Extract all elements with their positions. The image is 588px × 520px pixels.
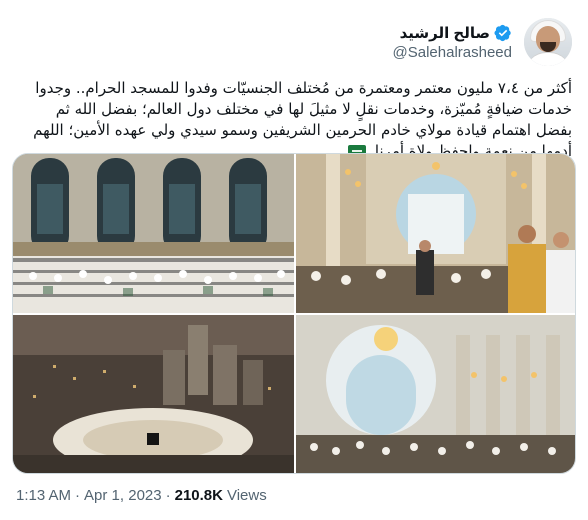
tweet-text: أكثر من ٧،٤ مليون معتمر ومعتمرة من مُختل… — [16, 78, 572, 162]
media-image-1[interactable] — [13, 154, 294, 313]
views-count: 210.8K — [174, 487, 223, 504]
display-name-row[interactable]: صالح الرشيد — [400, 24, 512, 42]
makkah-aerial-image — [13, 315, 294, 473]
author-names: صالح الرشيد @Salehalrasheed — [393, 24, 512, 61]
meta-separator: · — [75, 487, 81, 504]
tweet-date[interactable]: Apr 1, 2023 — [84, 487, 162, 504]
tweet-card: صالح الرشيد @Salehalrasheed أكثر من ٧،٤ … — [0, 0, 588, 520]
media-image-2[interactable] — [296, 154, 575, 313]
tweet-meta: 1:13 AM · Apr 1, 2023 · 210.8K Views — [16, 487, 267, 504]
views-label: Views — [226, 487, 267, 504]
tweet-header: صالح الرشيد @Salehalrasheed — [393, 16, 572, 68]
user-handle[interactable]: @Salehalrasheed — [393, 44, 512, 61]
tweet-time[interactable]: 1:13 AM — [16, 487, 71, 504]
verified-badge-icon — [494, 24, 511, 41]
user-avatar[interactable] — [524, 18, 572, 66]
media-image-4[interactable] — [296, 315, 575, 473]
media-image-3[interactable] — [13, 315, 294, 473]
worshippers-image — [296, 154, 575, 313]
masjid-interior-image — [13, 154, 294, 313]
mosque-hall-image — [296, 315, 575, 473]
display-name: صالح الرشيد — [399, 24, 490, 42]
media-grid — [12, 153, 576, 474]
tweet-body: أكثر من ٧،٤ مليون معتمر ومعتمرة من مُختل… — [33, 79, 572, 160]
meta-separator: · — [165, 487, 171, 504]
